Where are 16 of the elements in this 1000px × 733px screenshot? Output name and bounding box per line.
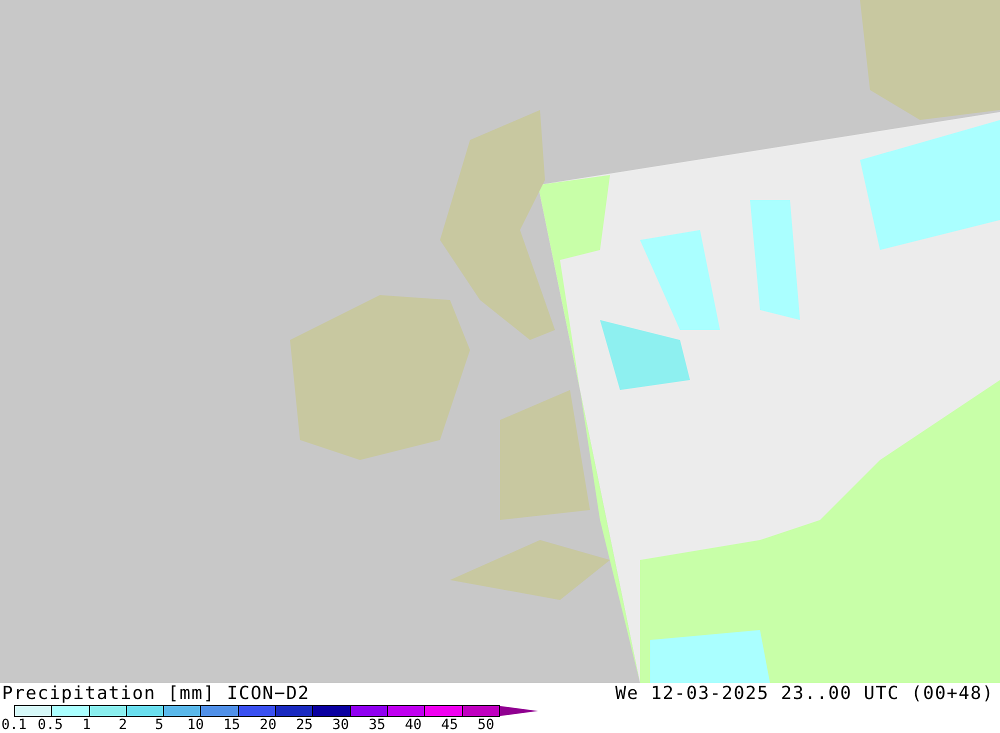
scale-label: 5: [154, 717, 164, 733]
scale-label: 0.5: [38, 717, 63, 733]
scale-label: 2: [118, 717, 128, 733]
scale-label: 50: [477, 717, 494, 733]
scale-label: 0.1: [1, 717, 27, 733]
scale-label: 25: [296, 717, 313, 733]
scale-label: 1: [82, 717, 91, 733]
scale-label: 20: [260, 717, 277, 733]
valid-time: We 12-03-2025 23..00 UTC (00+48): [615, 683, 994, 706]
scale-label: 45: [441, 717, 458, 733]
scale-label: 30: [332, 717, 350, 733]
scale-label: 10: [187, 717, 204, 733]
scale-label: 35: [368, 717, 386, 733]
scale-label: 40: [404, 717, 422, 733]
scale-label: 15: [223, 717, 240, 733]
chart-title: Precipitation [mm] ICON−D2: [2, 683, 311, 705]
